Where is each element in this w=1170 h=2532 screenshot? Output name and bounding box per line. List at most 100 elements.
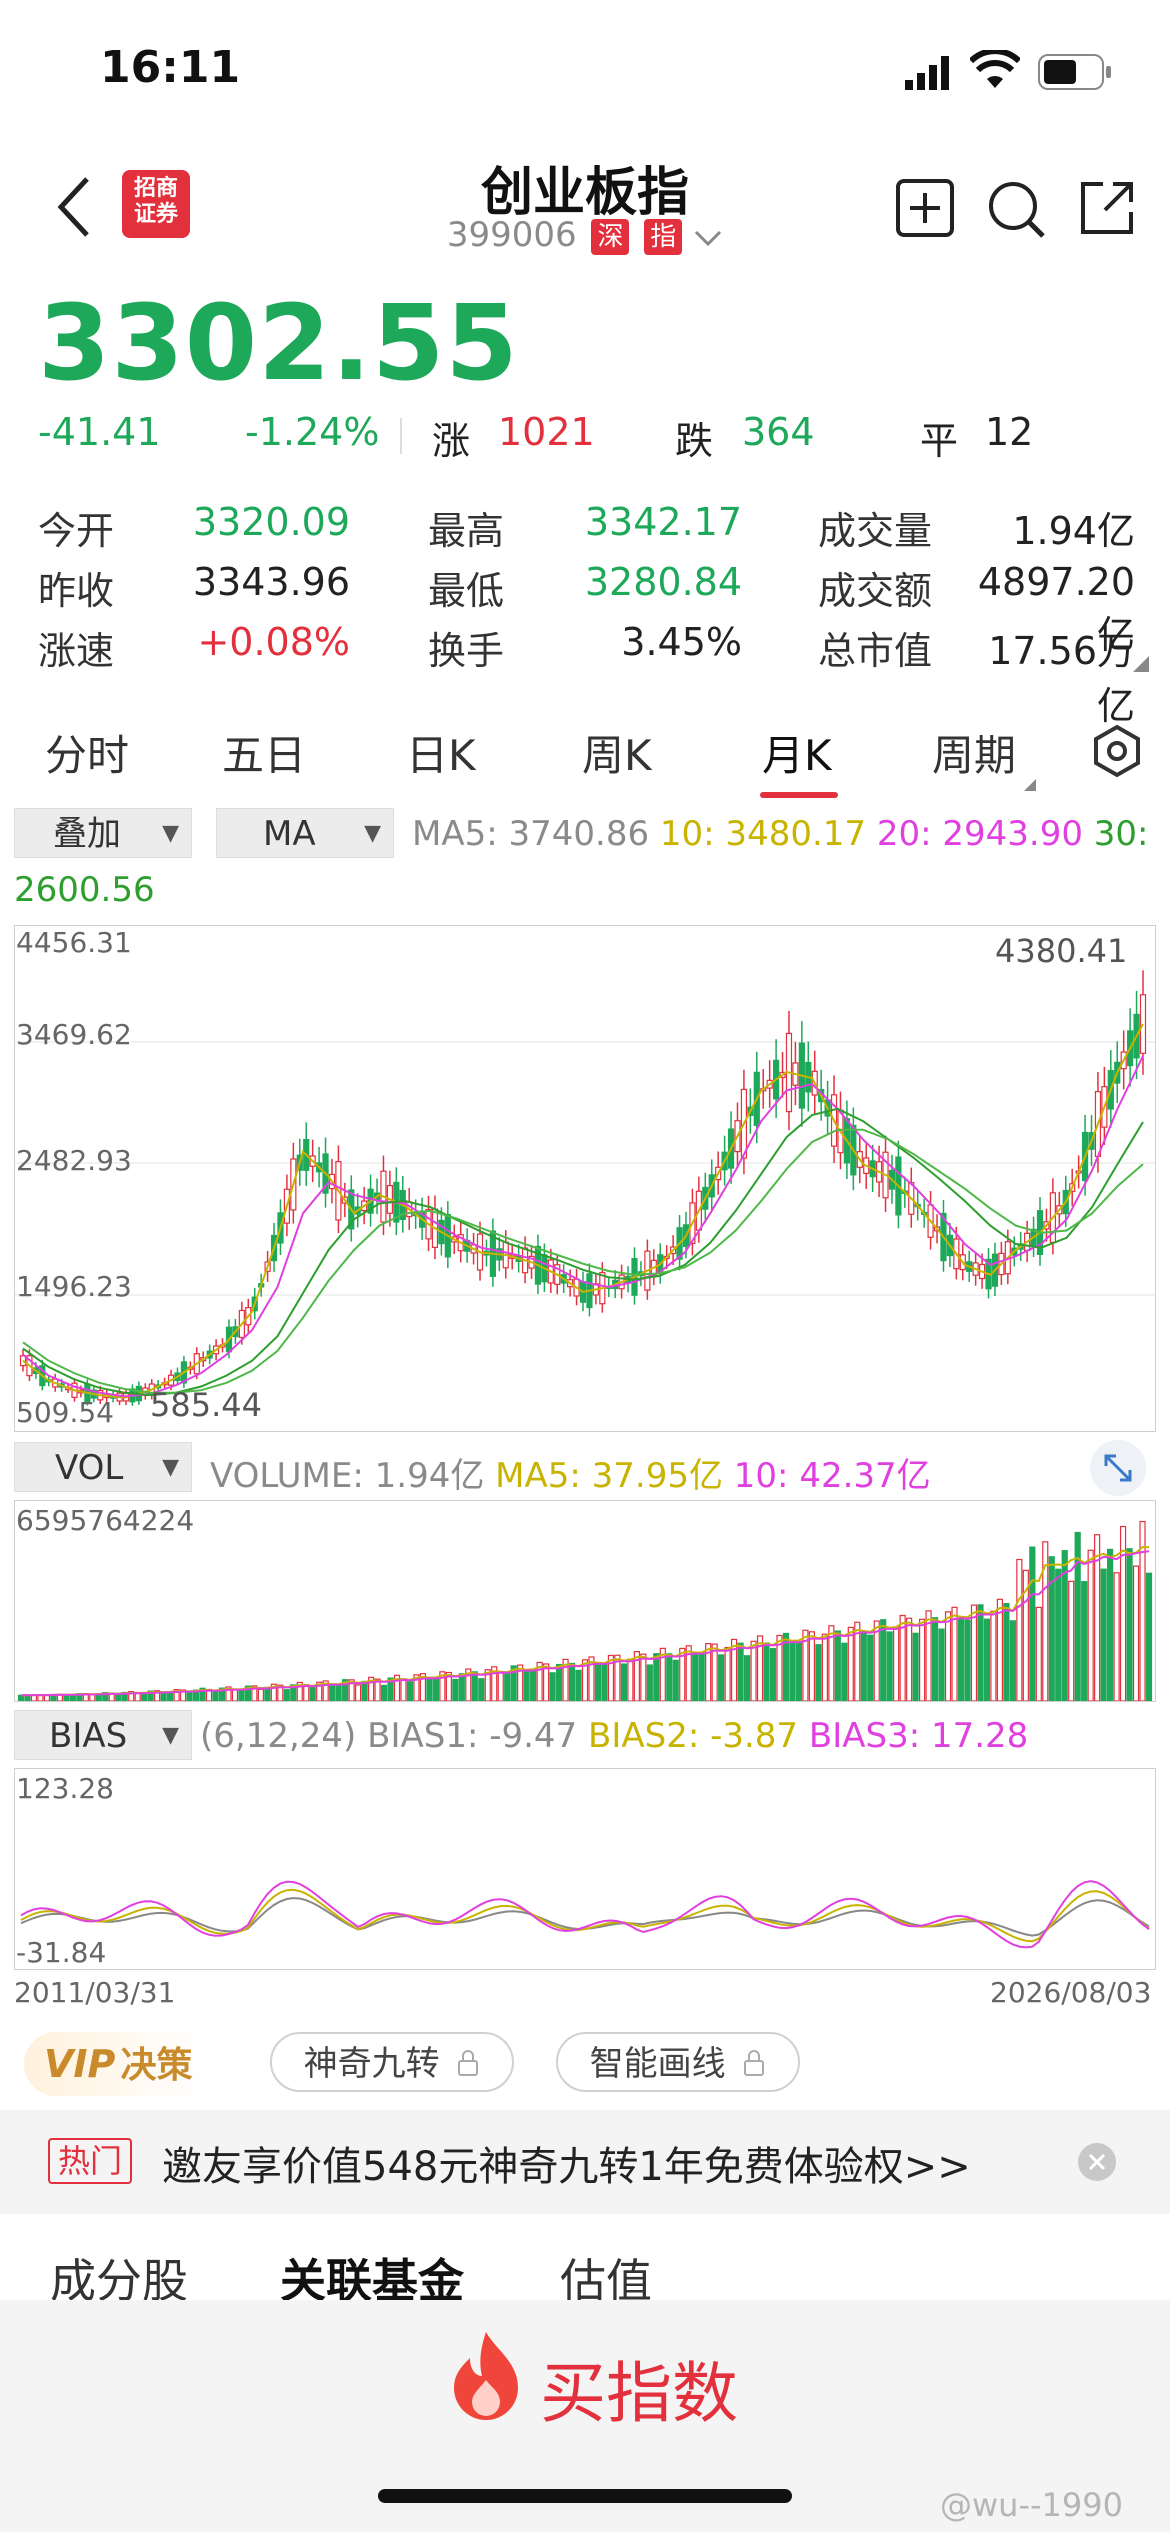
volume-bar	[400, 1678, 407, 1701]
wifi-icon	[968, 48, 1022, 90]
vip-decision[interactable]: VIP 决策	[24, 2032, 209, 2096]
ma5-value: MA5: 3740.86	[412, 814, 650, 854]
bias-legend: (6,12,24) BIAS1: -9.47 BIAS2: -3.87 BIAS…	[200, 1716, 1028, 1756]
volume-bar	[523, 1671, 530, 1701]
tab-4[interactable]: 月K	[762, 722, 832, 783]
market-tag: 深	[591, 218, 630, 255]
caret-down-icon: ▼	[364, 821, 381, 846]
type-tag: 指	[644, 218, 683, 255]
volume-bar	[257, 1688, 264, 1701]
vol-y-max: 6595764224	[16, 1504, 195, 1537]
volume-bar	[620, 1663, 627, 1701]
stat-label: 总市值	[818, 629, 933, 673]
smart-draw-pill[interactable]: 智能画线	[556, 2032, 800, 2092]
volume-bar	[646, 1664, 653, 1701]
home-indicator	[378, 2489, 792, 2503]
hot-badge: 热门	[48, 2138, 133, 2184]
ma20-value: 20: 2943.90	[876, 814, 1083, 854]
index-code: 399006	[446, 215, 577, 255]
period-corner-icon	[1024, 776, 1036, 791]
smart-draw-label: 智能画线	[589, 2044, 726, 2084]
volume-bar	[458, 1673, 465, 1701]
bias-chart[interactable]	[14, 1768, 1156, 1970]
tab-5[interactable]: 周期	[932, 722, 1016, 783]
stat-label: 最高	[428, 509, 505, 553]
hot-text[interactable]: 邀友享价值548元神奇九转1年免费体验权>>	[162, 2134, 971, 2192]
volume-bar	[821, 1633, 828, 1701]
search-icon[interactable]	[985, 178, 1047, 240]
rise-label: 涨	[432, 419, 471, 463]
y-tick: 4456.31	[16, 926, 132, 959]
volume-bar	[380, 1684, 388, 1701]
date-end: 2026/08/03	[990, 1976, 1152, 2009]
stat-value: 3320.09	[192, 500, 350, 544]
vol-selector[interactable]: VOL ▼	[14, 1442, 192, 1492]
kline-chart[interactable]	[14, 925, 1156, 1432]
volume-bar	[769, 1648, 777, 1701]
tab-0[interactable]: 分时	[45, 722, 129, 783]
high-label: 4380.41	[995, 932, 1128, 970]
volume-bar	[406, 1681, 414, 1701]
settings-icon[interactable]	[1092, 724, 1142, 778]
bias-selector[interactable]: BIAS ▼	[14, 1710, 192, 1760]
volume-bar	[1068, 1580, 1075, 1701]
volume-bar	[1145, 1572, 1153, 1701]
volume-bar	[1081, 1581, 1088, 1701]
volume-bar	[912, 1632, 919, 1701]
current-price: 3302.55	[38, 282, 519, 404]
stat-value: 3343.96	[192, 560, 350, 604]
volume-bar	[743, 1655, 751, 1701]
price-change: -41.41	[38, 410, 161, 454]
volume-bar	[860, 1630, 867, 1701]
bias2-value: BIAS2: -3.87	[588, 1716, 799, 1756]
bias-y-max: 123.28	[16, 1772, 114, 1805]
volume-bar	[1016, 1558, 1023, 1701]
signal-icon	[905, 56, 955, 90]
volume-bar	[841, 1642, 848, 1701]
stat-label: 换手	[428, 629, 505, 673]
close-icon[interactable]	[1077, 2142, 1117, 2182]
stat-value: 3342.17	[584, 500, 742, 544]
volume-bar	[951, 1606, 958, 1701]
bias3-line	[20, 1880, 1150, 1949]
low-label: 585.44	[150, 1386, 262, 1424]
fullscreen-icon[interactable]	[1090, 1440, 1146, 1496]
tab-2[interactable]: 日K	[406, 722, 476, 783]
add-watchlist-icon[interactable]	[895, 178, 955, 238]
stat-value: +0.08%	[197, 620, 350, 664]
volume-bar	[906, 1617, 913, 1701]
tab-1[interactable]: 五日	[222, 722, 306, 783]
volume-bar	[653, 1653, 660, 1701]
volume-bar	[847, 1626, 854, 1701]
volume-bar	[426, 1678, 433, 1701]
bias-params: (6,12,24)	[200, 1716, 357, 1756]
y-tick: 509.54	[16, 1396, 114, 1429]
volume-bar	[750, 1640, 757, 1701]
tab-3[interactable]: 周K	[582, 722, 652, 783]
volume-bar	[886, 1631, 893, 1701]
status-time: 16:11	[100, 42, 241, 93]
expand-corner-icon[interactable]	[1133, 656, 1149, 672]
overlay-selector-label: 叠加	[53, 814, 121, 854]
magic-nine-pill[interactable]: 神奇九转	[270, 2032, 514, 2092]
overlay-selector[interactable]: 叠加 ▼	[14, 808, 192, 858]
volume-bar	[1029, 1546, 1036, 1701]
volume-bar	[815, 1644, 822, 1701]
share-icon[interactable]	[1077, 178, 1137, 238]
buy-index-button[interactable]: 买指数	[540, 2340, 738, 2436]
volume-bar	[471, 1671, 478, 1701]
volume-bar	[549, 1672, 556, 1701]
volume-bar	[983, 1618, 991, 1701]
caret-down-icon: ▼	[162, 821, 179, 846]
volume-bar	[89, 1694, 96, 1701]
bias-y-min: -31.84	[16, 1936, 107, 1969]
bias-selector-label: BIAS	[49, 1716, 128, 1756]
volume-bar	[957, 1617, 965, 1701]
fall-label: 跌	[675, 419, 714, 463]
stat-label: 涨速	[38, 629, 115, 673]
ma-selector[interactable]: MA ▼	[216, 808, 394, 858]
flat-count: 12	[985, 410, 1034, 454]
price-change-pct: -1.24%	[245, 410, 380, 454]
volume-bar	[601, 1664, 608, 1701]
volume-bar	[1113, 1572, 1120, 1701]
